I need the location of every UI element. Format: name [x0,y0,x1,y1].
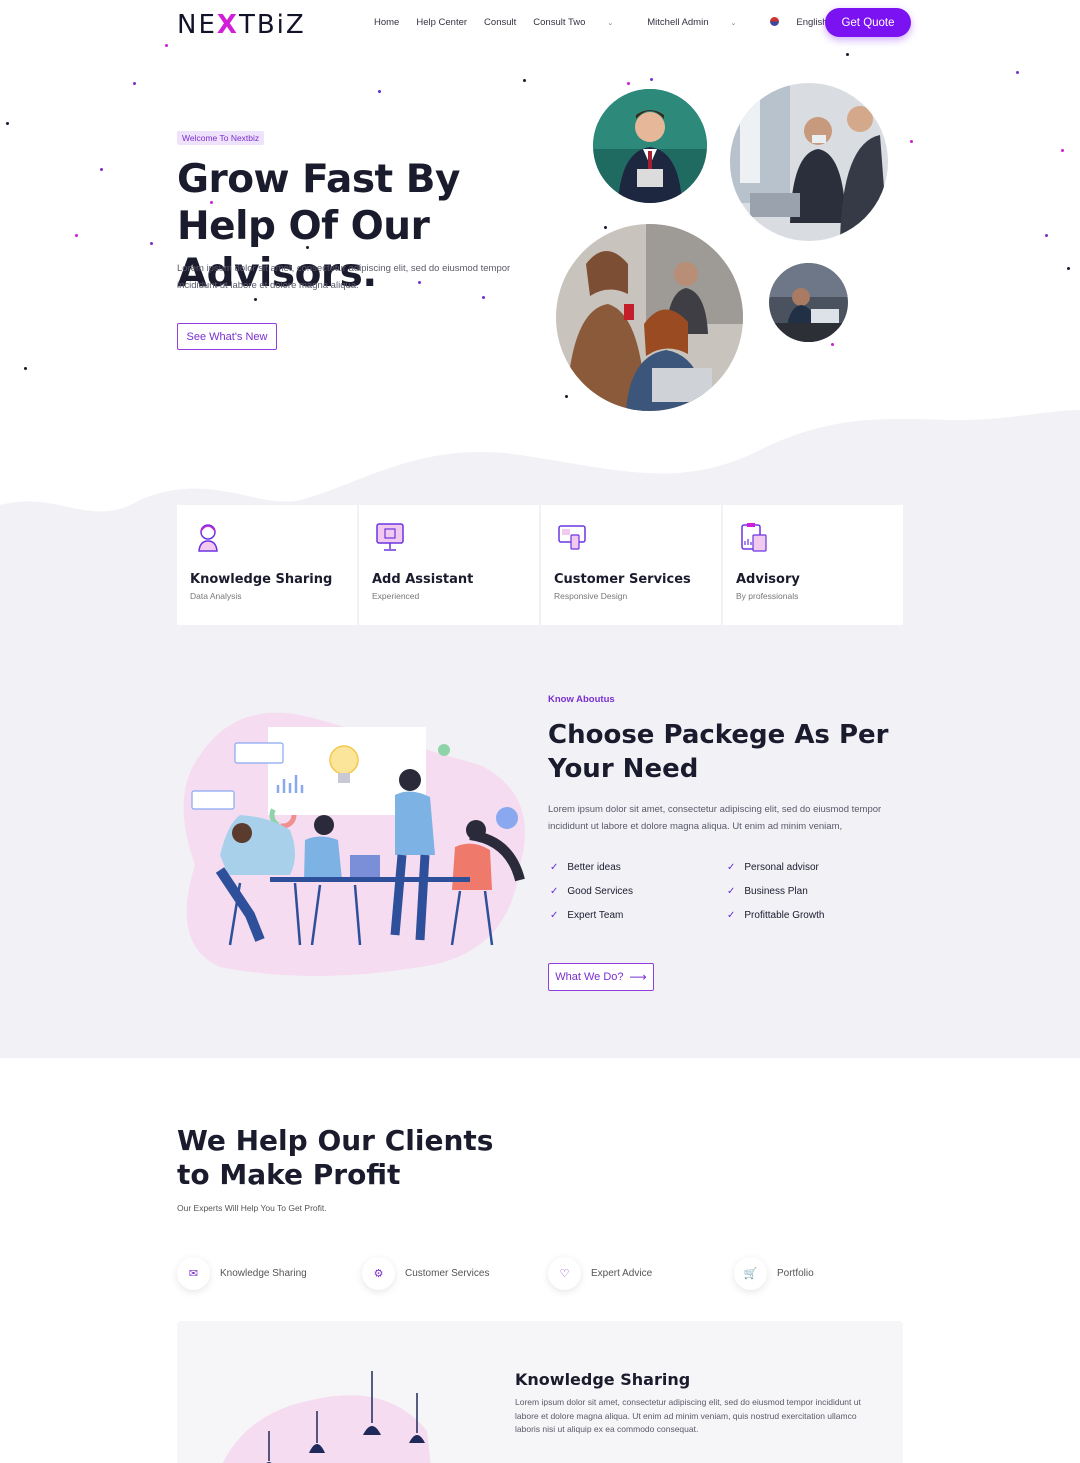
feature-item: ✓ Profittable Growth [727,910,825,921]
tab-label: Customer Services [405,1268,490,1279]
wave-background [0,410,1080,1058]
user-menu[interactable]: Mitchell Admin ⌄ [647,17,753,28]
service-title: Advisory [736,572,800,587]
service-card-add-assistant[interactable]: Add Assistant Experienced [359,505,539,625]
tab-customer-services[interactable]: ⚙ Customer Services [362,1257,489,1290]
feature-item: ✓ Better ideas [550,862,621,873]
service-card-knowledge-sharing[interactable]: Knowledge Sharing Data Analysis [177,505,357,625]
service-card-advisory[interactable]: Advisory By professionals [723,505,903,625]
nav-consult-two[interactable]: Consult Two [533,17,585,28]
panel-description: Lorem ipsum dolor sit amet, consectetur … [515,1397,861,1434]
service-subtitle: Experienced [372,591,420,601]
button-label: What We Do? [555,971,624,983]
about-kicker: Know Aboutus [548,694,615,705]
check-icon: ✓ [550,886,559,897]
service-title: Add Assistant [372,572,474,587]
nav-help-center[interactable]: Help Center [416,17,467,28]
about-title: Choose Packege As Per Your Need [548,720,889,784]
user-headset-icon [193,521,223,553]
welcome-badge: Welcome To Nextbiz [177,131,265,145]
service-subtitle: Responsive Design [554,591,628,601]
panel-title: Knowledge Sharing [515,1370,691,1389]
nav-home[interactable]: Home [374,17,399,28]
tab-label: Expert Advice [591,1268,653,1279]
service-card-customer-services[interactable]: Customer Services Responsive Design [541,505,721,625]
tab-knowledge-sharing[interactable]: ✉ Knowledge Sharing [177,1257,307,1290]
check-icon: ✓ [727,862,736,873]
hero-description: Lorem ipsum dolor sit amet, consectetur … [177,263,511,291]
check-icon: ✓ [727,910,736,921]
team-laptop-photo [556,224,743,411]
profit-subtitle: Our Experts Will Help You To Get Profit. [177,1203,327,1213]
feature-item: ✓ Personal advisor [727,862,819,873]
heart-icon: ♡ [548,1257,581,1290]
check-icon: ✓ [727,886,736,897]
tab-content-panel [177,1321,903,1463]
advisor-portrait-photo [593,89,707,203]
nav-more-dropdown[interactable]: ⌄ [602,17,630,28]
check-icon: ✓ [550,862,559,873]
check-icon: ✓ [550,910,559,921]
get-quote-button[interactable]: Get Quote [825,8,911,37]
what-we-do-button[interactable]: What We Do? ⟶ [548,963,654,991]
nav-consult[interactable]: Consult [484,17,516,28]
tab-label: Knowledge Sharing [220,1268,307,1279]
tab-expert-advice[interactable]: ♡ Expert Advice [548,1257,652,1290]
chevron-down-icon: ⌄ [607,20,614,27]
lamps-illustration [222,1371,431,1463]
see-whats-new-button[interactable]: See What's New [177,323,277,350]
service-title: Knowledge Sharing [190,572,333,587]
chevron-down-icon: ⌄ [730,20,737,27]
devices-icon [557,521,587,553]
business-meeting-photo [730,83,888,241]
user-name: Mitchell Admin [647,17,709,28]
working-man-photo [769,263,848,342]
arrow-right-icon: ⟶ [629,970,647,984]
profit-title: We Help Our Clients to Make Profit [177,1124,494,1191]
service-subtitle: Data Analysis [190,591,242,601]
clipboard-icon [739,521,769,553]
feature-item: ✓ Business Plan [727,886,808,897]
service-subtitle: By professionals [736,591,799,601]
team-meeting-illustration [180,705,530,980]
logo[interactable]: NEXTBiZ [177,10,306,40]
gear-icon: ⚙ [362,1257,395,1290]
site-header: NEXTBiZ Home Help Center Consult Consult… [0,0,1080,48]
cart-icon: 🛒 [734,1257,767,1290]
service-title: Customer Services [554,572,691,587]
feature-item: ✓ Expert Team [550,910,624,921]
about-description: Lorem ipsum dolor sit amet, consectetur … [548,804,882,832]
monitor-icon [375,521,405,553]
tab-label: Portfolio [777,1268,814,1279]
envelope-icon: ✉ [177,1257,210,1290]
tab-portfolio[interactable]: 🛒 Portfolio [734,1257,814,1290]
feature-item: ✓ Good Services [550,886,633,897]
flag-us-icon [770,17,780,26]
